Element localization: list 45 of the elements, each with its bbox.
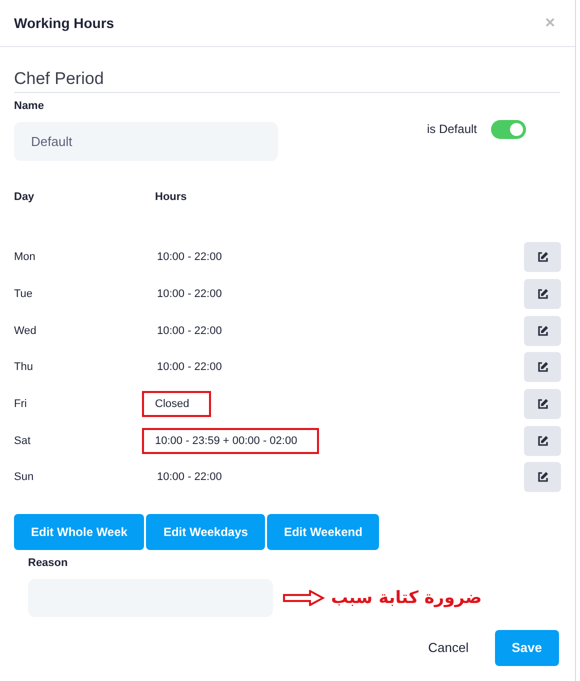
annotation-text: ضرورة كتابة سبب <box>331 588 482 608</box>
column-header: Day <box>14 191 36 203</box>
edit-range-button[interactable]: Edit Whole Week <box>14 514 144 550</box>
edit-button[interactable] <box>524 316 561 346</box>
highlighted-hours: Closed <box>142 391 212 418</box>
edit-icon <box>536 288 548 300</box>
hours-text: 10:00 - 22:00 <box>156 250 223 266</box>
field-label: Name <box>14 100 45 112</box>
edit-button[interactable] <box>524 426 561 456</box>
edit-icon <box>536 251 548 264</box>
edit-icon <box>536 434 548 447</box>
day-label: Sun <box>14 471 35 484</box>
day-label: Mon <box>14 251 36 264</box>
edit-range-button[interactable]: Edit Weekend <box>266 514 380 550</box>
toggle-label: is Default <box>426 122 477 136</box>
hours-text: 10:00 - 22:00 <box>156 360 223 376</box>
day-label: Tue <box>14 288 34 300</box>
save-button[interactable]: Save <box>494 630 559 666</box>
edit-icon <box>536 398 548 410</box>
close-button[interactable]: × <box>539 13 561 33</box>
field-label: Reason <box>28 556 69 569</box>
day-label: Sat <box>14 434 32 447</box>
highlighted-hours: 10:00 - 23:59 + 00:00 - 02:00 <box>142 428 320 454</box>
day-label: Wed <box>14 324 38 337</box>
edit-button[interactable] <box>524 242 561 272</box>
edit-button[interactable] <box>524 279 561 310</box>
edit-range-button[interactable]: Edit Weekdays <box>146 514 265 550</box>
dialog-title: Working Hours <box>14 15 114 31</box>
edit-button[interactable] <box>524 462 561 492</box>
edit-icon <box>536 324 548 337</box>
edit-icon <box>536 361 548 374</box>
column-header: Hours <box>155 191 188 203</box>
day-label: Fri <box>14 398 28 410</box>
hours-text: 10:00 - 22:00 <box>156 324 223 339</box>
edit-icon <box>536 471 548 484</box>
edit-button[interactable] <box>524 352 561 382</box>
section-title: Chef Period <box>14 69 560 93</box>
day-label: Thu <box>14 361 34 374</box>
hours-text: 10:00 - 22:00 <box>156 470 223 486</box>
name-field[interactable]: Default <box>14 122 278 161</box>
hours-text: 10:00 - 22:00 <box>156 287 223 302</box>
toggle-switch[interactable] <box>491 120 526 138</box>
arrow-icon <box>283 590 325 606</box>
edit-button[interactable] <box>524 389 561 420</box>
cancel-button[interactable]: Cancel <box>422 639 475 656</box>
